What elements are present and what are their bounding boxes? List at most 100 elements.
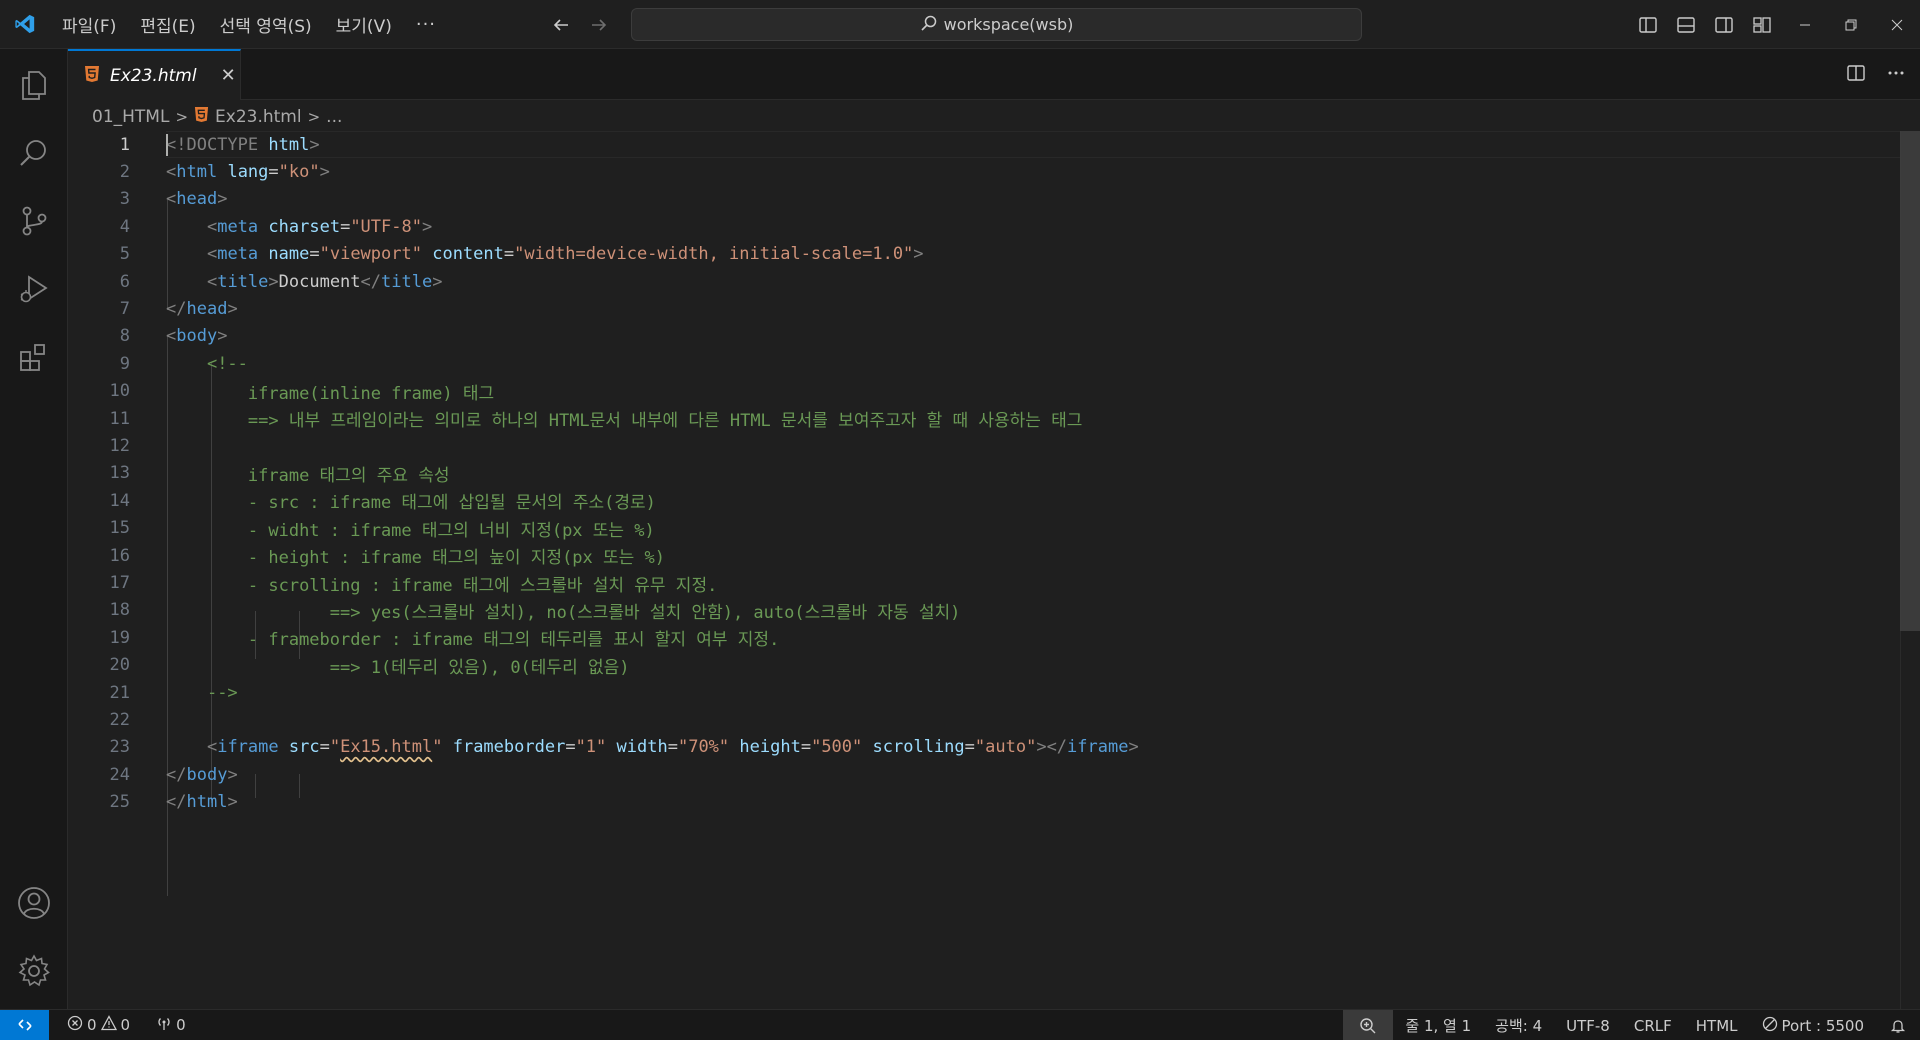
breadcrumb-symbol[interactable]: ... [326,107,342,127]
port-label: Port : 5500 [1781,1016,1865,1035]
warning-icon [100,1015,117,1035]
line-number: 14 [109,490,130,511]
tab-ex23-html[interactable]: Ex23.html ✕ [68,49,241,100]
code-line: 10 iframe(inline frame) 태그 [68,378,1900,405]
line-number: 10 [109,381,130,402]
toggle-primary-sidebar-icon[interactable] [1636,13,1660,37]
cursor-position[interactable]: 줄 1, 열 1 [1393,1010,1483,1040]
live-server-port[interactable]: Port : 5500 [1750,1010,1877,1040]
tab-close-icon[interactable]: ✕ [221,65,236,86]
extensions-icon[interactable] [0,325,68,389]
scrollbar-thumb[interactable] [1900,131,1920,631]
code-line: 2 <html lang="ko"> [68,158,1900,185]
encoding-status[interactable]: UTF-8 [1554,1010,1622,1040]
line-number: 21 [109,682,130,703]
minimize-icon[interactable] [1782,0,1828,49]
error-count: 0 [87,1016,97,1034]
line-number: 23 [109,737,130,758]
account-icon[interactable] [0,871,68,935]
line-number: 11 [109,408,130,429]
line-number: 19 [109,627,130,648]
title-bar: 파일(F) 편집(E) 선택 영역(S) 보기(V) ··· workspace… [0,0,1920,49]
code-line: 25 </html> [68,789,1900,816]
toggle-secondary-sidebar-icon[interactable] [1712,13,1736,37]
back-arrow-icon[interactable] [548,12,574,38]
line-number: 1 [119,134,130,155]
breadcrumb-file[interactable]: Ex23.html [215,107,302,127]
line-number: 2 [119,162,130,183]
toggle-panel-icon[interactable] [1674,13,1698,37]
code-line: 6 <title>Document</title> [68,268,1900,295]
menu-file[interactable]: 파일(F) [50,0,128,49]
remote-indicator-icon[interactable] [0,1009,49,1040]
ports-status[interactable]: 0 [150,1010,192,1040]
line-number: 3 [119,189,130,210]
close-window-icon[interactable] [1874,0,1920,49]
code-line: 18 ==> yes(스크롤바 설치), no(스크롤바 설치 안함), aut… [68,597,1900,624]
forward-arrow-icon[interactable] [586,12,612,38]
restore-icon[interactable] [1828,0,1874,49]
problems-status[interactable]: 0 0 [61,1010,136,1040]
line-number: 4 [119,216,130,237]
explorer-icon[interactable] [0,53,68,117]
split-editor-icon[interactable] [1846,63,1866,87]
menu-more-button[interactable]: ··· [404,14,448,35]
html5-file-icon [84,65,100,87]
activity-bar [0,49,68,1009]
menu-selection[interactable]: 선택 영역(S) [208,0,324,49]
indentation-status[interactable]: 공백: 4 [1483,1010,1554,1040]
notifications-bell-icon[interactable] [1876,1010,1920,1040]
status-bar: 0 0 0 줄 1, 열 1 공백: 4 UTF-8 CRLF HTML Por… [0,1009,1920,1040]
editor-actions [1846,49,1906,100]
code-line: 3 <head> [68,186,1900,213]
html5-file-icon [194,106,209,128]
run-debug-icon[interactable] [0,257,68,321]
language-mode[interactable]: HTML [1684,1010,1750,1040]
line-number: 25 [109,792,130,813]
command-center-search[interactable]: workspace(wsb) [631,8,1362,41]
more-actions-icon[interactable] [1886,63,1906,87]
zoom-icon[interactable] [1343,1010,1394,1040]
error-icon [67,1015,83,1035]
warning-count: 0 [120,1016,131,1034]
code-line: 24 </body> [68,761,1900,788]
tab-label: Ex23.html [110,65,197,86]
search-icon [920,14,938,36]
code-line: 15 - widht : iframe 태그의 너비 지정(px 또는 %) [68,515,1900,542]
code-line: 5 <meta name="viewport" content="width=d… [68,241,1900,268]
broadcast-icon [156,1015,172,1035]
window-controls [1782,0,1920,49]
circle-slash-icon [1762,1016,1778,1036]
text-cursor [166,134,168,156]
menu-view[interactable]: 보기(V) [324,0,404,49]
code-line: 19 - frameborder : iframe 태그의 테두리를 표시 할지… [68,624,1900,651]
code-line: 8 <body> [68,323,1900,350]
layout-controls [1636,0,1774,49]
code-line: 9 <!-- [68,350,1900,377]
line-number: 15 [109,518,130,539]
code-line: 14 - src : iframe 태그에 삽입될 문서의 주소(경로) [68,487,1900,514]
unresolved-link-warning: Ex15.html [340,737,433,758]
code-line: 20 ==> 1(테두리 있음), 0(테두리 없음) [68,652,1900,679]
search-view-icon[interactable] [0,121,68,185]
source-control-icon[interactable] [0,189,68,253]
code-editor[interactable]: 1 <!DOCTYPE html> 2 <html lang="ko"> 3 <… [68,131,1920,1009]
line-number: 16 [109,545,130,566]
code-line: 11 ==> 내부 프레임이라는 의미로 하나의 HTML문서 내부에 다른 H… [68,405,1900,432]
ports-count: 0 [176,1016,186,1034]
line-number: 13 [109,463,130,484]
breadcrumb: 01_HTML > Ex23.html > ... [92,104,342,130]
chevron-right-icon: > [175,108,189,126]
line-number: 6 [119,271,130,292]
eol-status[interactable]: CRLF [1622,1010,1684,1040]
line-number: 5 [119,244,130,265]
code-line: 12 [68,432,1900,459]
breadcrumb-folder[interactable]: 01_HTML [92,107,169,127]
menu-edit[interactable]: 편집(E) [128,0,207,49]
settings-gear-icon[interactable] [0,939,68,1003]
code-line: 22 [68,706,1900,733]
code-line: 23 <iframe src="Ex15.html" frameborder="… [68,734,1900,761]
line-number: 20 [109,655,130,676]
customize-layout-icon[interactable] [1750,13,1774,37]
menu-bar: 파일(F) 편집(E) 선택 영역(S) 보기(V) ··· [50,0,448,49]
